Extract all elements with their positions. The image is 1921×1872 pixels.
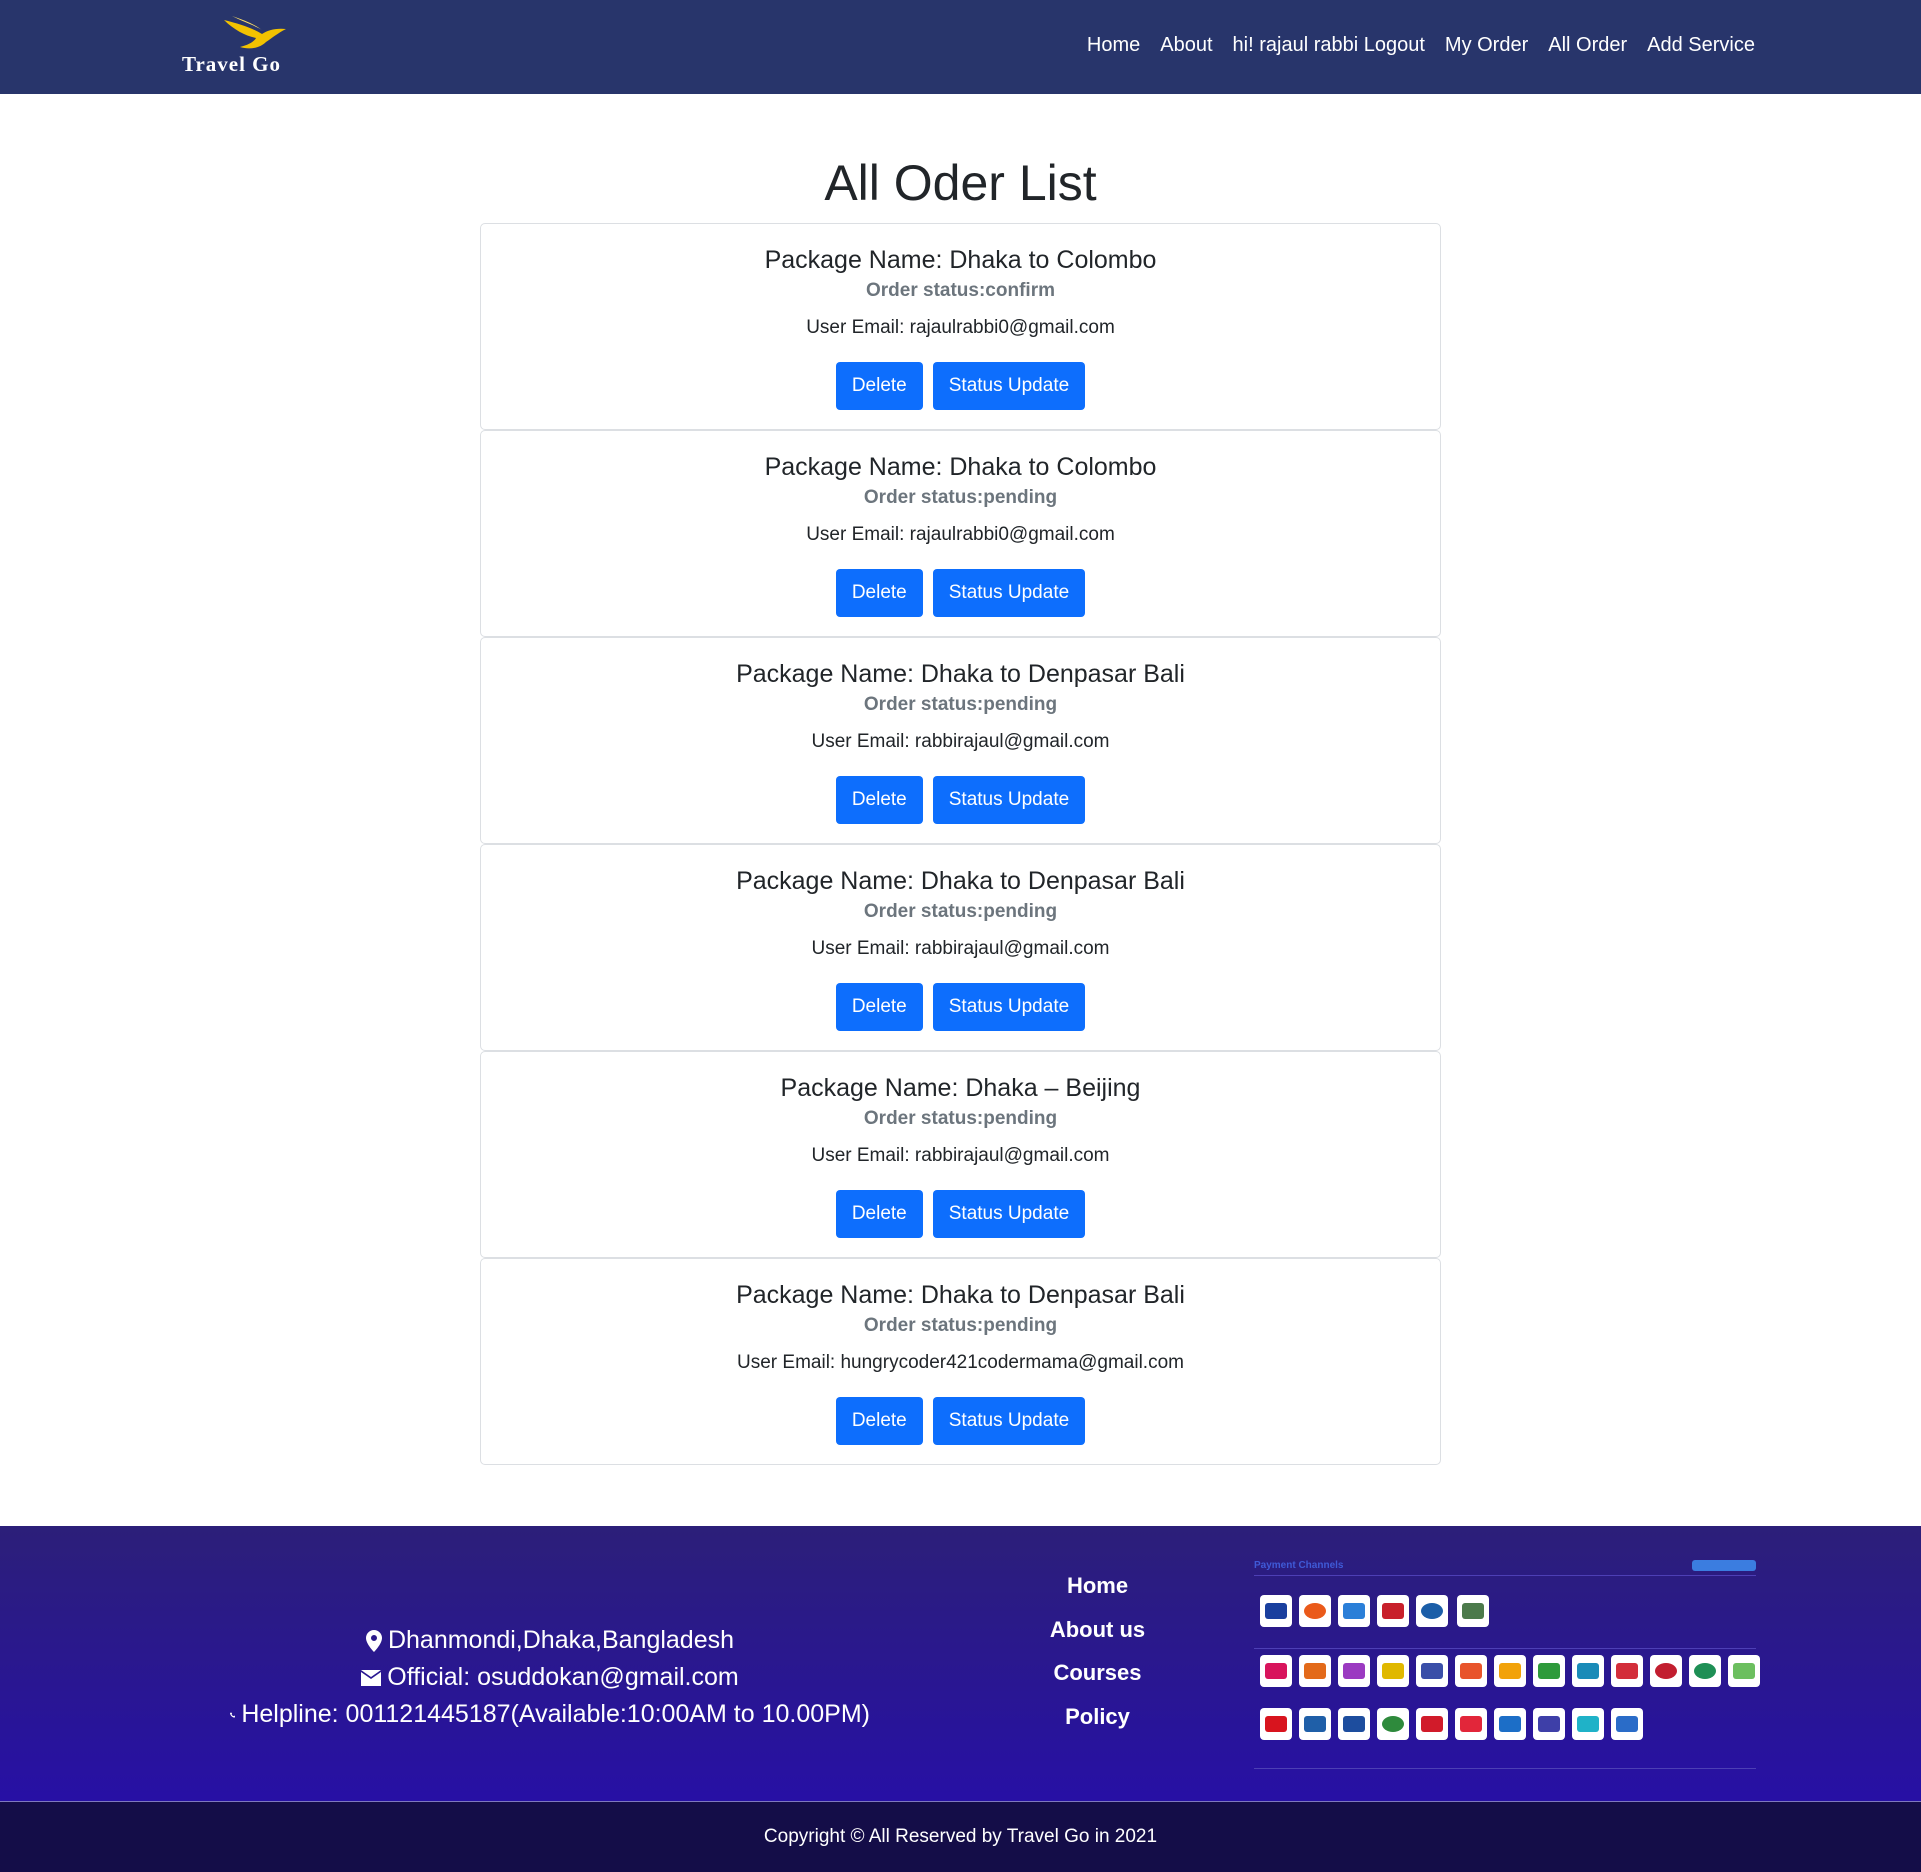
mobile-banking-logos [1260,1655,1760,1687]
payment-channels-banner: Payment Channels [1254,1560,1760,1772]
order-card: Package Name: Dhaka – Beijing Order stat… [480,1051,1441,1258]
mtb-bank-icon [1377,1708,1409,1740]
brand-logo[interactable]: Travel Go [178,14,328,80]
mastercard-icon [1299,1595,1331,1627]
order-card: Package Name: Dhaka to Denpasar Bali Ord… [480,637,1441,844]
mcash-icon [1572,1655,1604,1687]
order-card: Package Name: Dhaka to Colombo Order sta… [480,223,1441,430]
order-list: Package Name: Dhaka to Colombo Order sta… [480,223,1441,1465]
card-logos [1260,1595,1489,1627]
tcash-icon [1611,1655,1643,1687]
user-email: User Email: rajaulrabbi0@gmail.com [806,317,1115,338]
navbar: Travel Go Home About hi! rajaul rabbi Lo… [0,0,1921,94]
user-email: User Email: rabbirajaul@gmail.com [811,938,1110,959]
status-update-button[interactable]: Status Update [932,1190,1086,1238]
order-card: Package Name: Dhaka to Denpasar Bali Ord… [480,844,1441,1051]
visa-icon [1260,1595,1292,1627]
user-email: User Email: rabbirajaul@gmail.com [811,1145,1110,1166]
dbbl-nexus-icon [1457,1595,1489,1627]
phone-icon [230,1711,236,1718]
ab-bank-icon [1416,1708,1448,1740]
status-update-button[interactable]: Status Update [932,362,1086,410]
nav-my-order[interactable]: My Order [1445,34,1528,57]
mtb-icon [1455,1708,1487,1740]
nav-all-order[interactable]: All Order [1548,34,1627,57]
order-card: Package Name: Dhaka to Colombo Order sta… [480,430,1441,637]
footer: Dhanmondi,Dhaka,Bangladesh Official: osu… [0,1526,1921,1802]
amex-icon [1338,1595,1370,1627]
mycash-icon [1533,1655,1565,1687]
citytouch-icon [1260,1708,1292,1740]
footer-link-home[interactable]: Home [1000,1564,1195,1608]
status-update-button[interactable]: Status Update [932,569,1086,617]
nav-logout[interactable]: hi! rajaul rabbi Logout [1233,34,1425,57]
order-status: Order status:confirm [866,280,1055,301]
delete-button[interactable]: Delete [835,983,923,1031]
delete-button[interactable]: Delete [835,362,923,410]
ific-icon [1299,1655,1331,1687]
surecash-icon [1494,1655,1526,1687]
footer-link-courses[interactable]: Courses [1000,1651,1195,1695]
envelope-icon [361,1669,382,1686]
status-update-button[interactable]: Status Update [932,1397,1086,1445]
nav-links: Home About hi! rajaul rabbi Logout My Or… [1087,34,1755,57]
order-card: Package Name: Dhaka to Denpasar Bali Ord… [480,1258,1441,1465]
package-name: Package Name: Dhaka to Colombo [764,453,1157,481]
payment-channels-title: Payment Channels [1254,1560,1344,1571]
package-name: Package Name: Dhaka to Denpasar Bali [736,1281,1185,1309]
sslcommerz-logo [1692,1560,1756,1571]
address-text: Dhanmondi,Dhaka,Bangladesh [387,1626,735,1654]
internet-banking-logos [1260,1708,1643,1740]
status-update-button[interactable]: Status Update [932,776,1086,824]
southeast-bank-icon [1533,1708,1565,1740]
package-name: Package Name: Dhaka to Denpasar Bali [736,867,1185,895]
user-email: User Email: rabbirajaul@gmail.com [811,731,1110,752]
upay-icon [1455,1655,1487,1687]
brand-name: Travel Go [182,52,282,76]
status-update-button[interactable]: Status Update [932,983,1086,1031]
page-title: All Oder List [824,155,1097,211]
tapnpay-icon [1572,1708,1604,1740]
bkash-icon [1260,1655,1292,1687]
islamic-wallet-icon [1728,1655,1760,1687]
delete-button[interactable]: Delete [835,569,923,617]
unionpay-icon [1377,1595,1409,1627]
helpline-text: Helpline: 001121445187(Available:10:00AM… [241,1700,870,1728]
ibbl-icon [1338,1708,1370,1740]
package-name: Package Name: Dhaka – Beijing [780,1074,1141,1102]
bank-asia-icon [1299,1708,1331,1740]
diners-icon [1416,1595,1448,1627]
order-status: Order status:pending [863,1108,1058,1129]
delete-button[interactable]: Delete [835,1190,923,1238]
dmoney-icon [1338,1655,1370,1687]
map-marker-icon [365,1629,382,1652]
package-name: Package Name: Dhaka to Denpasar Bali [736,660,1185,688]
okwallet-icon [1377,1655,1409,1687]
footer-links: Home About us Courses Policy [1000,1564,1195,1738]
order-status: Order status:pending [863,487,1058,508]
user-email: User Email: rajaulrabbi0@gmail.com [806,524,1115,545]
delete-button[interactable]: Delete [835,776,923,824]
fastcash-icon [1416,1655,1448,1687]
ucash-icon [1689,1655,1721,1687]
contact-info: Dhanmondi,Dhaka,Bangladesh Official: osu… [230,1622,870,1733]
footer-link-policy[interactable]: Policy [1000,1695,1195,1739]
package-name: Package Name: Dhaka to Colombo [764,246,1157,274]
footer-link-about[interactable]: About us [1000,1608,1195,1652]
order-status: Order status:pending [863,694,1058,715]
email-text: Official: osuddokan@gmail.com [387,1663,739,1691]
copyright-bar: Copyright © All Reserved by Travel Go in… [0,1802,1921,1872]
order-status: Order status:pending [863,1315,1058,1336]
brac-bank-icon [1494,1708,1526,1740]
nav-home[interactable]: Home [1087,34,1140,57]
user-email: User Email: hungrycoder421codermama@gmai… [737,1352,1184,1373]
bangla-qr-icon [1611,1708,1643,1740]
order-status: Order status:pending [863,901,1058,922]
bird-logo-icon [224,16,286,49]
delete-button[interactable]: Delete [835,1397,923,1445]
nav-add-service[interactable]: Add Service [1647,34,1755,57]
rocket-icon [1650,1655,1682,1687]
nav-about[interactable]: About [1160,34,1212,57]
